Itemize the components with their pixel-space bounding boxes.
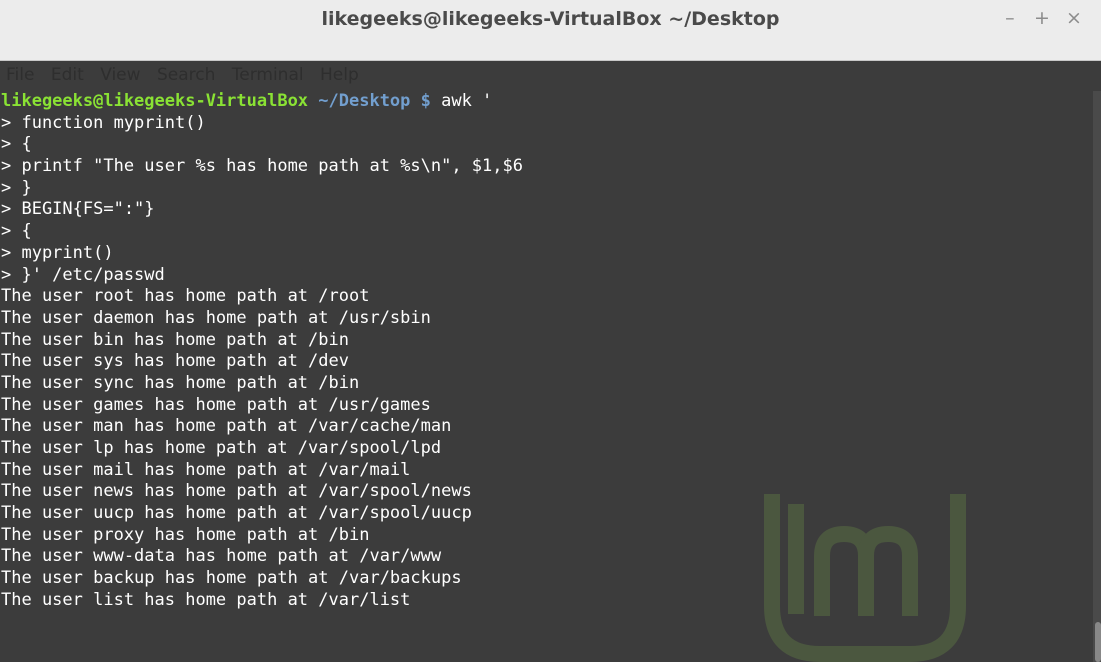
maximize-button[interactable]: +: [1029, 7, 1055, 29]
prompt-command: awk ': [430, 91, 493, 111]
minimize-button[interactable]: –: [997, 7, 1023, 29]
input-line: > }: [1, 177, 32, 198]
prompt-line: likegeeks@likegeeks-VirtualBox ~/Desktop…: [0, 91, 1101, 113]
menu-file[interactable]: File: [0, 57, 39, 85]
terminal-window: likegeeks@likegeeks-VirtualBox ~/Desktop…: [0, 0, 1101, 662]
window-title: likegeeks@likegeeks-VirtualBox ~/Desktop: [321, 8, 780, 30]
menu-help[interactable]: Help: [314, 57, 364, 85]
menu-search[interactable]: Search: [151, 57, 220, 85]
input-line: > printf "The user %s has home path at %…: [1, 156, 523, 177]
input-line: > function myprint(): [1, 112, 206, 133]
input-line: > BEGIN{FS=":"}: [1, 199, 155, 220]
scrollbar-thumb[interactable]: [1095, 622, 1101, 662]
close-button[interactable]: ×: [1061, 7, 1087, 29]
menu-edit[interactable]: Edit: [45, 57, 89, 85]
scrollbar[interactable]: [1093, 91, 1101, 662]
output-line: The user mail has home path at /var/mail: [1, 459, 411, 480]
prompt-user: likegeeks@likegeeks-VirtualBox: [1, 91, 309, 111]
output-line: The user sync has home path at /bin: [1, 372, 360, 393]
output-line: The user root has home path at /root: [1, 286, 370, 307]
output-line: The user lp has home path at /var/spool/…: [1, 438, 442, 458]
linux-mint-logo-icon: [764, 494, 966, 662]
title-bar[interactable]: likegeeks@likegeeks-VirtualBox ~/Desktop…: [0, 0, 1101, 61]
output-line: The user bin has home path at /bin: [1, 329, 349, 350]
input-line: > {: [1, 134, 32, 155]
menu-view[interactable]: View: [94, 57, 145, 85]
input-line: > }' /etc/passwd: [1, 264, 165, 285]
prompt-path: ~/Desktop $: [308, 91, 431, 111]
output-line: The user sys has home path at /dev: [1, 351, 349, 372]
window-controls: – + ×: [997, 7, 1087, 29]
menu-terminal[interactable]: Terminal: [226, 57, 309, 85]
output-line: The user daemon has home path at /usr/sb…: [1, 307, 431, 328]
input-line: > myprint(): [1, 242, 114, 263]
terminal-area[interactable]: likegeeks@likegeeks-VirtualBox ~/Desktop…: [0, 91, 1101, 662]
output-line: The user games has home path at /usr/gam…: [1, 394, 431, 415]
menu-bar: File Edit View Search Terminal Help: [0, 57, 364, 91]
input-line: > {: [1, 221, 32, 242]
output-line: The user man has home path at /var/cache…: [1, 416, 452, 437]
